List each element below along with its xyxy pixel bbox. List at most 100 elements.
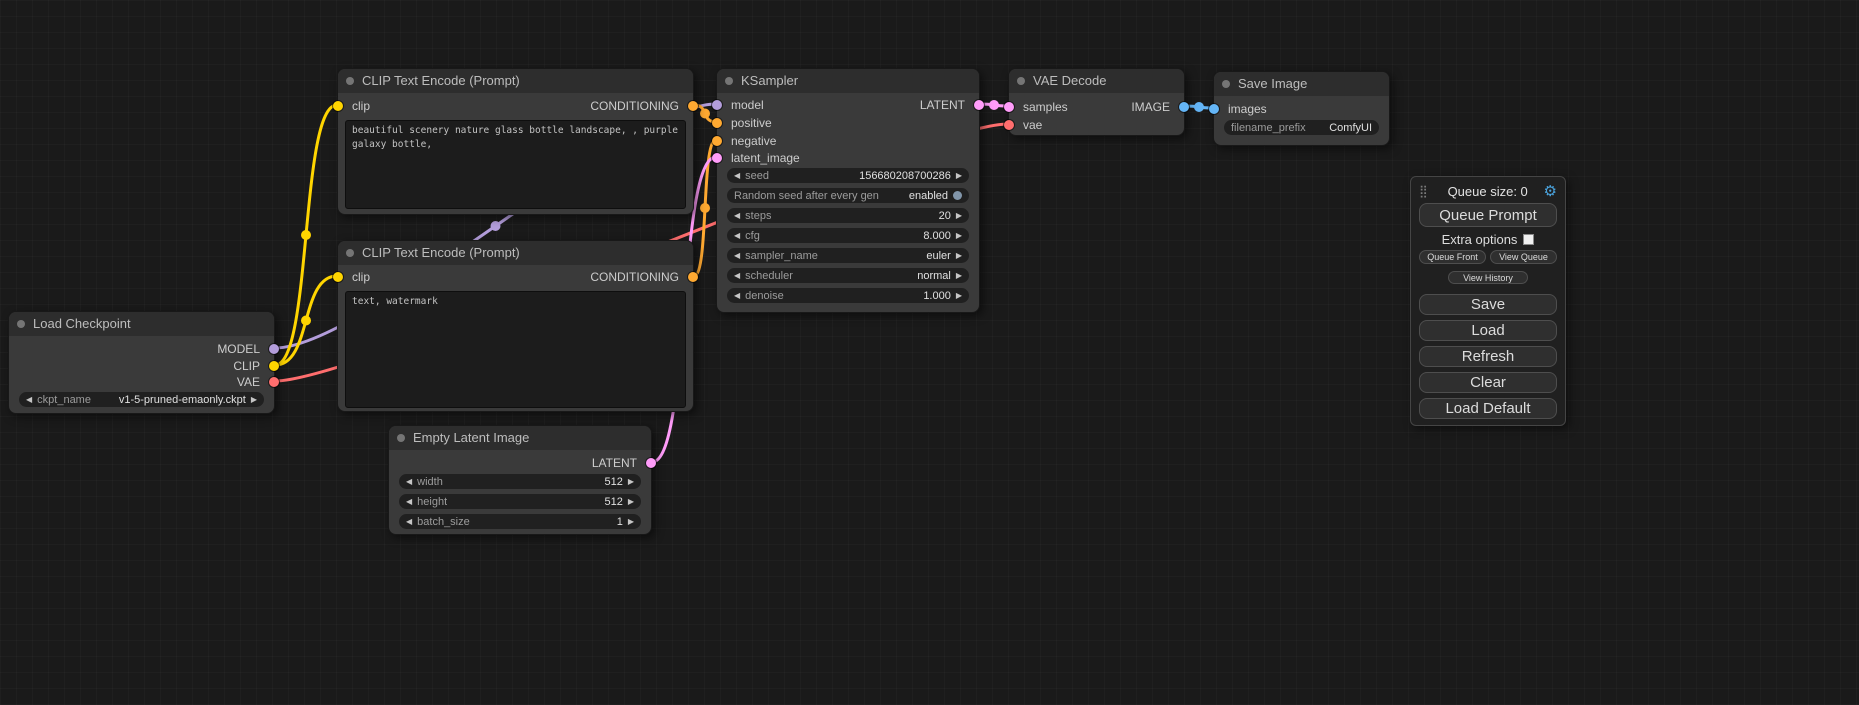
widget-batch_size[interactable]: ◀batch_size1▶ <box>399 514 641 529</box>
decrement-arrow-icon[interactable]: ◀ <box>734 268 740 283</box>
drag-handle-icon[interactable]: ⣿ <box>1419 184 1428 198</box>
node-save-image[interactable]: Save Imageimagesfilename_prefixComfyUI <box>1213 71 1390 146</box>
node-clip-text-encode-negative[interactable]: CLIP Text Encode (Prompt)clipCONDITIONIN… <box>337 240 694 412</box>
widget-height[interactable]: ◀height512▶ <box>399 494 641 509</box>
input-slot-label: negative <box>731 133 776 149</box>
increment-arrow-icon[interactable]: ▶ <box>956 208 962 223</box>
decrement-arrow-icon[interactable]: ◀ <box>406 514 412 529</box>
vae-input-port[interactable] <box>1004 120 1014 130</box>
decrement-arrow-icon[interactable]: ◀ <box>734 288 740 303</box>
widget-steps[interactable]: ◀steps20▶ <box>727 208 969 223</box>
link-midpoint-dot-image <box>1194 102 1204 112</box>
view-queue-button[interactable]: View Queue <box>1490 250 1557 264</box>
widget-value: 1 <box>617 516 623 528</box>
load-button[interactable]: Load <box>1419 320 1557 341</box>
positive-input-port[interactable] <box>712 118 722 128</box>
toggle-knob-icon[interactable] <box>953 191 962 200</box>
increment-arrow-icon[interactable]: ▶ <box>956 288 962 303</box>
link-midpoint-dot-clip-positive <box>301 230 311 240</box>
images-input-port[interactable] <box>1209 104 1219 114</box>
node-ksampler[interactable]: KSamplermodelpositivenegativelatent_imag… <box>716 68 980 313</box>
samples-input-port[interactable] <box>1004 102 1014 112</box>
widget-sampler_name[interactable]: ◀sampler_nameeuler▶ <box>727 248 969 263</box>
node-graph-canvas[interactable]: Load CheckpointMODELCLIPVAE◀ckpt_namev1-… <box>0 0 1859 705</box>
increment-arrow-icon[interactable]: ▶ <box>956 168 962 183</box>
widget-filename_prefix[interactable]: filename_prefixComfyUI <box>1224 120 1379 135</box>
widget-label: cfg <box>745 230 760 242</box>
link-midpoint-dot-conditioning-positive <box>700 109 710 119</box>
clear-button[interactable]: Clear <box>1419 372 1557 393</box>
widget-scheduler[interactable]: ◀schedulernormal▶ <box>727 268 969 283</box>
node-title-bar[interactable]: Empty Latent Image <box>389 426 651 450</box>
widget-Random seed after every gen[interactable]: Random seed after every genenabled <box>727 188 969 203</box>
node-load-checkpoint[interactable]: Load CheckpointMODELCLIPVAE◀ckpt_namev1-… <box>8 311 275 414</box>
decrement-arrow-icon[interactable]: ◀ <box>26 392 32 407</box>
increment-arrow-icon[interactable]: ▶ <box>251 392 257 407</box>
MODEL-output-port[interactable] <box>269 344 279 354</box>
node-title-bar[interactable]: Save Image <box>1214 72 1389 96</box>
increment-arrow-icon[interactable]: ▶ <box>956 228 962 243</box>
link-midpoint-dot-clip-negative <box>301 316 311 326</box>
CONDITIONING-output-port[interactable] <box>688 272 698 282</box>
CLIP-output-port[interactable] <box>269 361 279 371</box>
widget-value: enabled <box>909 190 948 202</box>
widget-cfg[interactable]: ◀cfg8.000▶ <box>727 228 969 243</box>
collapse-dot-icon[interactable] <box>397 434 405 442</box>
increment-arrow-icon[interactable]: ▶ <box>628 494 634 509</box>
widget-value: 20 <box>939 210 951 222</box>
widget-seed[interactable]: ◀seed156680208700286▶ <box>727 168 969 183</box>
save-button[interactable]: Save <box>1419 294 1557 315</box>
decrement-arrow-icon[interactable]: ◀ <box>734 228 740 243</box>
collapse-dot-icon[interactable] <box>1017 77 1025 85</box>
LATENT-output-port[interactable] <box>646 458 656 468</box>
increment-arrow-icon[interactable]: ▶ <box>956 248 962 263</box>
prompt-textarea[interactable]: text, watermark <box>345 291 686 408</box>
queue-front-button[interactable]: Queue Front <box>1419 250 1486 264</box>
node-title-bar[interactable]: CLIP Text Encode (Prompt) <box>338 241 693 265</box>
IMAGE-output-port[interactable] <box>1179 102 1189 112</box>
extra-options-checkbox[interactable] <box>1523 234 1534 245</box>
settings-gear-icon[interactable]: ⚙ <box>1544 184 1557 199</box>
load-default-button[interactable]: Load Default <box>1419 398 1557 419</box>
collapse-dot-icon[interactable] <box>346 77 354 85</box>
increment-arrow-icon[interactable]: ▶ <box>956 268 962 283</box>
node-title-bar[interactable]: Load Checkpoint <box>9 312 274 336</box>
latent_image-input-port[interactable] <box>712 153 722 163</box>
collapse-dot-icon[interactable] <box>725 77 733 85</box>
collapse-dot-icon[interactable] <box>346 249 354 257</box>
node-clip-text-encode-positive[interactable]: CLIP Text Encode (Prompt)clipCONDITIONIN… <box>337 68 694 215</box>
widget-ckpt_name[interactable]: ◀ckpt_namev1-5-pruned-emaonly.ckpt▶ <box>19 392 264 407</box>
decrement-arrow-icon[interactable]: ◀ <box>734 208 740 223</box>
increment-arrow-icon[interactable]: ▶ <box>628 474 634 489</box>
decrement-arrow-icon[interactable]: ◀ <box>406 494 412 509</box>
clip-input-port[interactable] <box>333 101 343 111</box>
node-title-label: VAE Decode <box>1033 73 1106 88</box>
node-title-label: Empty Latent Image <box>413 430 529 445</box>
clip-input-port[interactable] <box>333 272 343 282</box>
decrement-arrow-icon[interactable]: ◀ <box>406 474 412 489</box>
widget-denoise[interactable]: ◀denoise1.000▶ <box>727 288 969 303</box>
collapse-dot-icon[interactable] <box>17 320 25 328</box>
refresh-button[interactable]: Refresh <box>1419 346 1557 367</box>
model-input-port[interactable] <box>712 100 722 110</box>
VAE-output-port[interactable] <box>269 377 279 387</box>
LATENT-output-port[interactable] <box>974 100 984 110</box>
node-title-bar[interactable]: VAE Decode <box>1009 69 1184 93</box>
negative-input-port[interactable] <box>712 136 722 146</box>
output-slot-label: IMAGE <box>1131 99 1170 115</box>
queue-prompt-button[interactable]: Queue Prompt <box>1419 203 1557 227</box>
view-history-button[interactable]: View History <box>1448 271 1528 284</box>
node-title-bar[interactable]: KSampler <box>717 69 979 93</box>
extra-options-label: Extra options <box>1442 232 1518 247</box>
prompt-textarea[interactable]: beautiful scenery nature glass bottle la… <box>345 120 686 209</box>
output-slot-label: VAE <box>237 374 260 390</box>
decrement-arrow-icon[interactable]: ◀ <box>734 248 740 263</box>
node-empty-latent-image[interactable]: Empty Latent ImageLATENT◀width512▶◀heigh… <box>388 425 652 535</box>
decrement-arrow-icon[interactable]: ◀ <box>734 168 740 183</box>
node-title-bar[interactable]: CLIP Text Encode (Prompt) <box>338 69 693 93</box>
CONDITIONING-output-port[interactable] <box>688 101 698 111</box>
widget-width[interactable]: ◀width512▶ <box>399 474 641 489</box>
node-vae-decode[interactable]: VAE DecodesamplesvaeIMAGE <box>1008 68 1185 136</box>
increment-arrow-icon[interactable]: ▶ <box>628 514 634 529</box>
collapse-dot-icon[interactable] <box>1222 80 1230 88</box>
